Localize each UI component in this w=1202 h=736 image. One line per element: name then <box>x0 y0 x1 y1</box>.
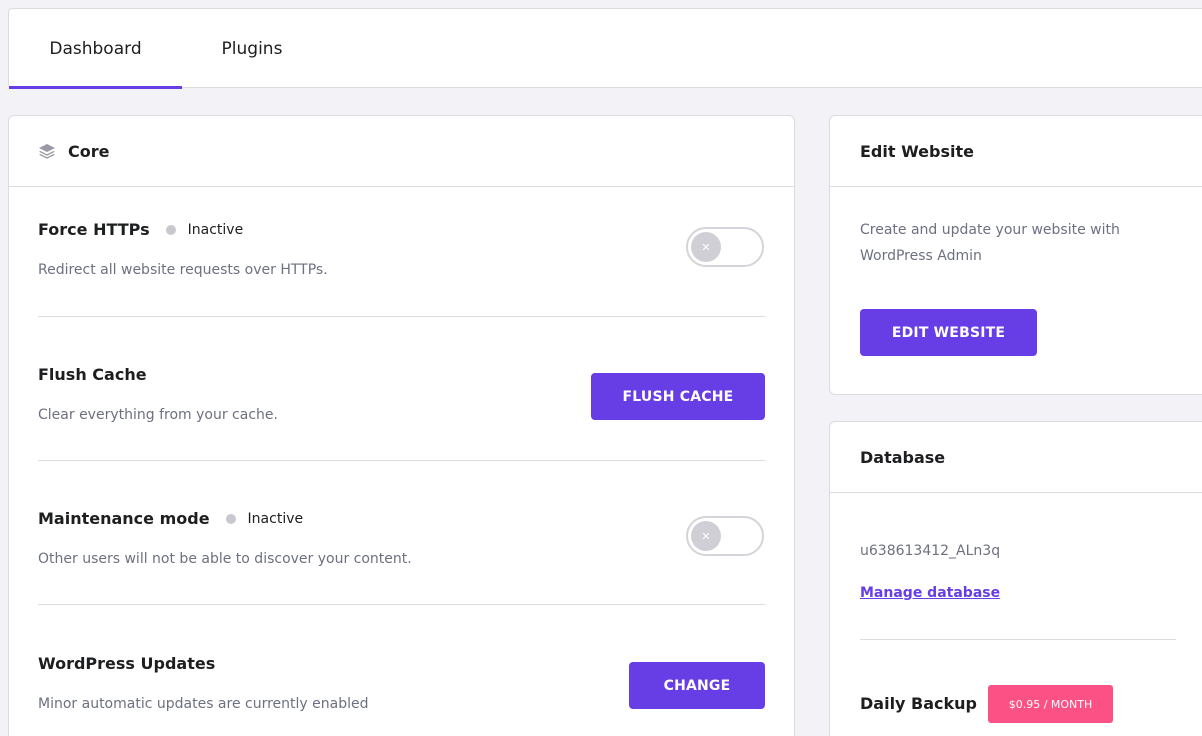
maintenance-title-row: Maintenance mode Inactive <box>38 509 765 528</box>
tab-dashboard[interactable]: Dashboard <box>9 9 182 89</box>
maintenance-title: Maintenance mode <box>38 509 210 528</box>
divider <box>860 639 1176 640</box>
maintenance-status: Inactive <box>247 510 304 527</box>
price-badge[interactable]: $0.95 / MONTH <box>988 685 1113 723</box>
status-dot <box>225 513 236 524</box>
edit-website-title: Edit Website <box>830 116 1202 187</box>
force-https-description: Redirect all website requests over HTTPs… <box>38 262 328 278</box>
database-card: Database u638613412_ALn3q Manage databas… <box>829 421 1202 736</box>
database-title: Database <box>830 422 1202 493</box>
force-https-title: Force HTTPs <box>38 220 150 239</box>
maintenance-toggle[interactable]: ✕ <box>686 516 764 556</box>
daily-backup-title: Daily Backup <box>860 694 978 713</box>
tab-plugins[interactable]: Plugins <box>182 9 322 88</box>
divider <box>38 316 765 317</box>
edit-website-card: Edit Website Create and update your webs… <box>829 115 1202 395</box>
edit-website-description: Create and update your website with Word… <box>860 222 1120 264</box>
maintenance-setting: Maintenance mode Inactive Other users wi… <box>38 509 765 567</box>
close-icon: ✕ <box>691 521 721 551</box>
status-dot <box>165 224 176 235</box>
core-card: Core Force HTTPs Inactive Redirect all w… <box>8 115 795 736</box>
divider <box>38 604 765 605</box>
force-https-toggle[interactable]: ✕ <box>686 227 764 267</box>
layers-icon <box>38 142 56 160</box>
flush-cache-button[interactable]: FLUSH CACHE <box>591 373 765 420</box>
maintenance-description: Other users will not be able to discover… <box>38 551 412 567</box>
core-card-header: Core <box>9 116 794 187</box>
tab-bar: Dashboard Plugins <box>8 8 1202 89</box>
manage-database-link[interactable]: Manage database <box>860 585 1000 601</box>
divider <box>38 460 765 461</box>
close-icon: ✕ <box>691 232 721 262</box>
change-button[interactable]: CHANGE <box>629 662 765 709</box>
edit-website-button[interactable]: EDIT WEBSITE <box>860 309 1037 356</box>
core-title: Core <box>68 141 110 161</box>
force-https-title-row: Force HTTPs Inactive <box>38 220 765 239</box>
force-https-setting: Force HTTPs Inactive Redirect all websit… <box>38 220 765 278</box>
database-name: u638613412_ALn3q <box>860 543 1001 559</box>
force-https-status: Inactive <box>187 221 244 238</box>
